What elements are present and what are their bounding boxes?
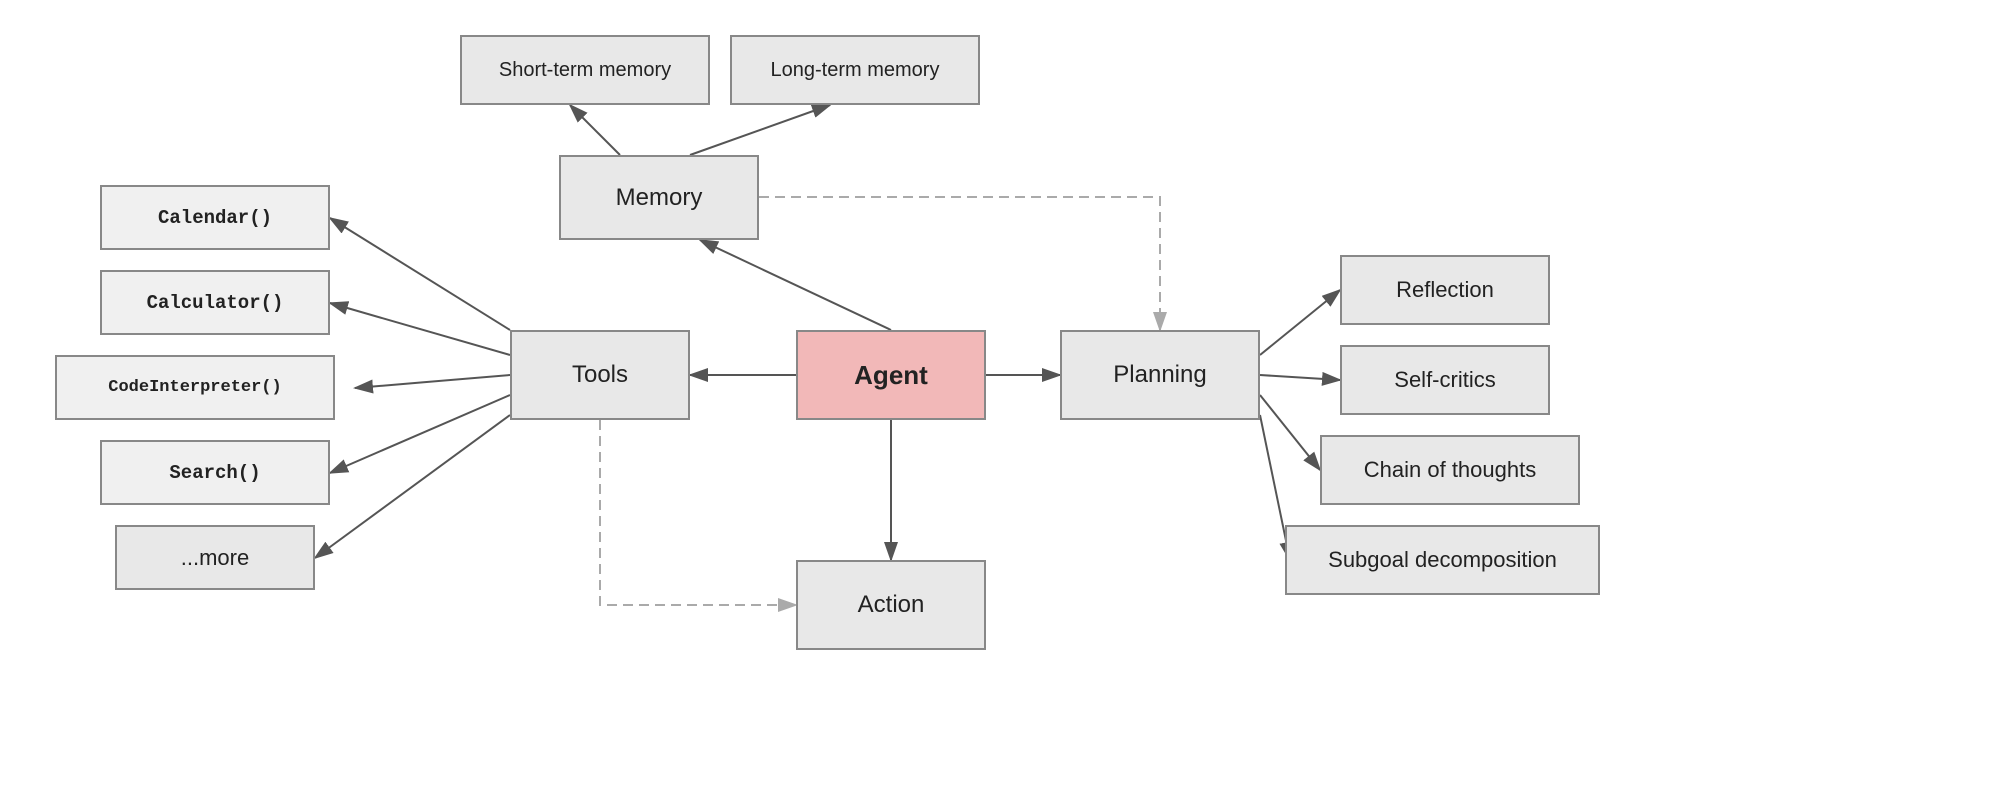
short-term-memory-node: Short-term memory (460, 35, 710, 105)
self-critics-node: Self-critics (1340, 345, 1550, 415)
diagram: Short-term memory Long-term memory Memor… (0, 0, 1999, 793)
subgoal-decomposition-node: Subgoal decomposition (1285, 525, 1600, 595)
planning-node: Planning (1060, 330, 1260, 420)
tools-node: Tools (510, 330, 690, 420)
calculator-node: Calculator() (100, 270, 330, 335)
more-node: ...more (115, 525, 315, 590)
long-term-memory-node: Long-term memory (730, 35, 980, 105)
calendar-node: Calendar() (100, 185, 330, 250)
code-interpreter-node: CodeInterpreter() (55, 355, 335, 420)
chain-of-thoughts-node: Chain of thoughts (1320, 435, 1580, 505)
memory-node: Memory (559, 155, 759, 240)
reflection-node: Reflection (1340, 255, 1550, 325)
agent-node: Agent (796, 330, 986, 420)
search-node: Search() (100, 440, 330, 505)
action-node: Action (796, 560, 986, 650)
